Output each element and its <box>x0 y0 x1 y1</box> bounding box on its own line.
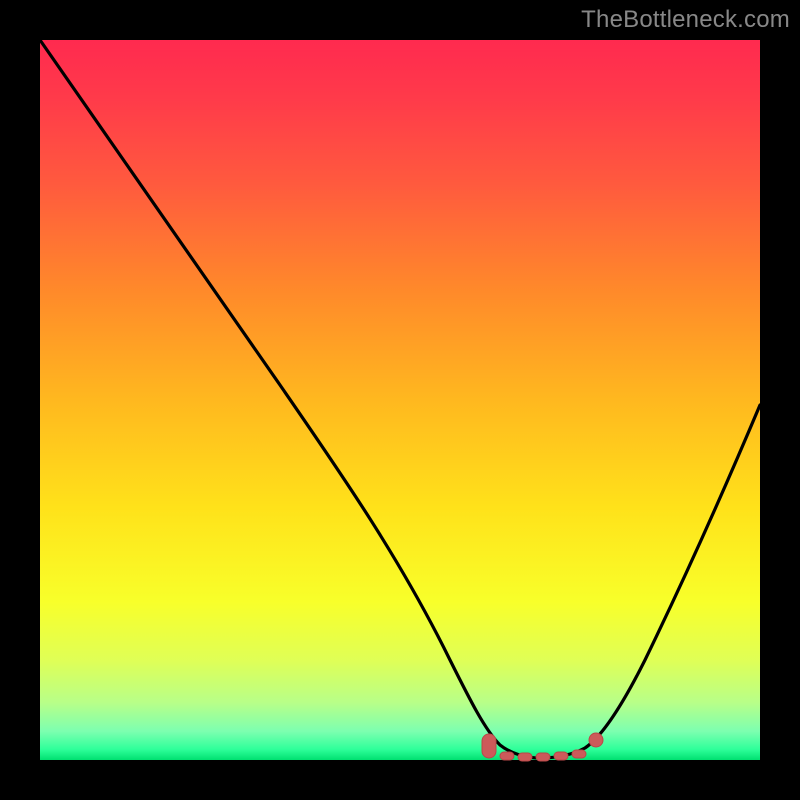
curve-layer <box>40 40 760 760</box>
marker-dash-4 <box>554 752 568 760</box>
marker-flat-start <box>482 734 496 758</box>
watermark-text: TheBottleneck.com <box>581 6 790 34</box>
plot-area <box>40 40 760 760</box>
bottleneck-curve <box>40 40 760 758</box>
marker-dash-2 <box>518 753 532 761</box>
marker-dash-1 <box>500 752 514 760</box>
marker-flat-end <box>589 733 603 747</box>
chart-frame: TheBottleneck.com <box>0 0 800 800</box>
marker-dash-5 <box>572 750 586 758</box>
marker-dash-3 <box>536 753 550 761</box>
